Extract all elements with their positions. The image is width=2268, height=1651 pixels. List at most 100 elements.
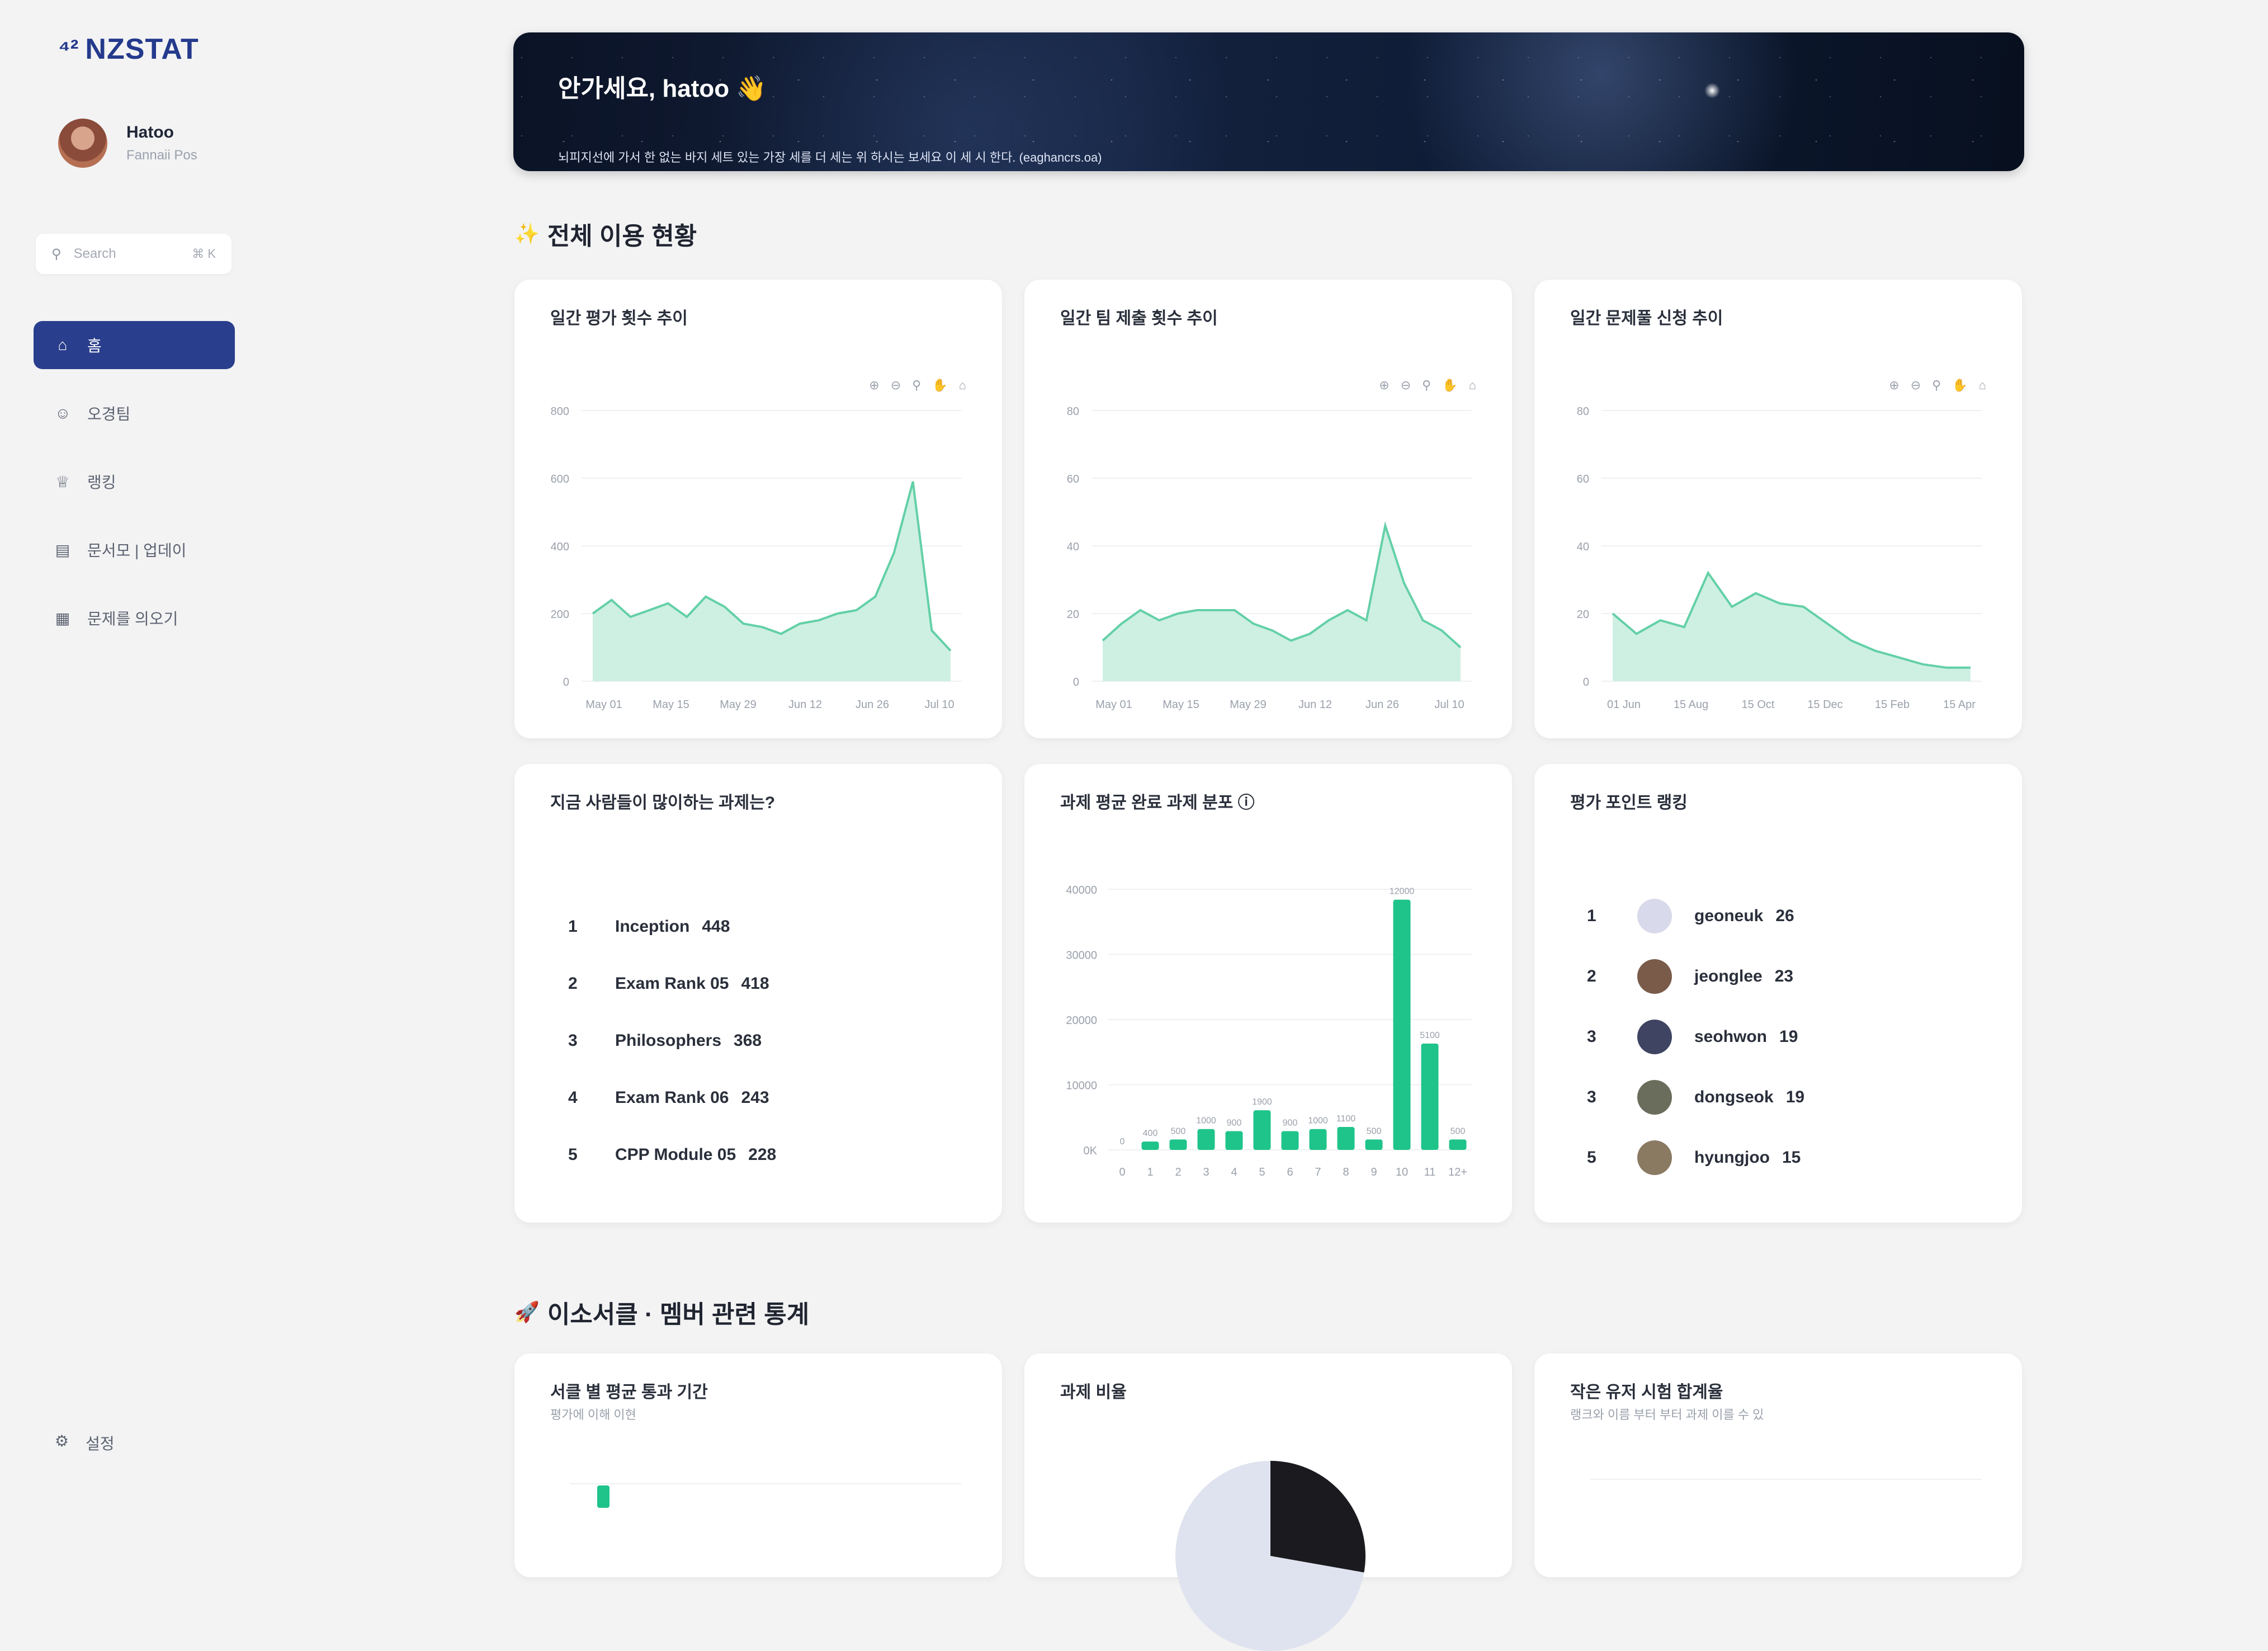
y-tick-label: 400 <box>551 541 569 553</box>
section-title-text: 전체 이용 현황 <box>547 223 697 250</box>
rank-number: 5 <box>568 1145 578 1164</box>
chart-card-team-submissions: 일간 팀 제출 횟수 추이 ⊕ ⊖ ⚲ ✋ ⌂ 0 20 40 60 80 May 01 M… <box>1024 280 1512 738</box>
avatar <box>1637 1140 1672 1175</box>
brand-logo[interactable]: ⁴² NZSTAT <box>58 32 199 66</box>
x-tick-label: 15 Aug <box>1674 699 1708 711</box>
area-chart-evaluations: 0 200 400 600 800 May 01 May 15 May 29 Jun 12 Jun… <box>551 405 962 711</box>
user-icon: ☺ <box>55 404 71 422</box>
bar-value-label: 500 <box>1367 1126 1382 1136</box>
document-icon: ▤ <box>55 541 70 559</box>
list-item[interactable]: 5 CPP Module 05 228 <box>568 1126 776 1183</box>
home-icon: ⌂ <box>58 336 68 353</box>
list-item[interactable]: 3 Philosophers 368 <box>568 1012 776 1069</box>
user-login: seohwon <box>1694 1027 1768 1046</box>
y-tick-label: 10000 <box>1066 1080 1097 1092</box>
project-name: CPP Module 05 <box>615 1145 736 1164</box>
search-input[interactable]: ⚲ Search ⌘ K <box>36 234 231 274</box>
user-profile[interactable]: Hatoo Fannaii Pos <box>58 119 197 168</box>
x-tick-label: May 29 <box>1230 699 1267 711</box>
list-item[interactable]: 3 seohwon 19 <box>1587 1007 1804 1067</box>
area-series-fill <box>1613 573 1971 681</box>
y-tick-label: 800 <box>551 405 569 418</box>
card-subtitle: 랭크와 이름 부터 부터 과제 이를 수 있 <box>1570 1408 1764 1422</box>
bar-mark <box>597 1485 609 1508</box>
sidebar-item-label: 문제를 의오기 <box>87 610 178 628</box>
sidebar-item-home[interactable]: ⌂ 홈 <box>34 321 235 369</box>
sidebar-item-profile[interactable]: ☺ 오경팀 <box>34 389 235 437</box>
rank-number: 3 <box>1587 1088 1596 1106</box>
grid-line <box>570 1483 962 1484</box>
rank-number: 5 <box>1587 1148 1596 1167</box>
area-series-fill <box>593 482 951 681</box>
pie-chart <box>1175 1461 1365 1651</box>
y-tick-label: 80 <box>1067 405 1079 418</box>
user-login: geoneuk <box>1694 907 1764 925</box>
list-item[interactable]: 2 jeonglee 23 <box>1587 946 1804 1007</box>
bar-value-label: 12000 <box>1390 887 1415 897</box>
project-count: 448 <box>702 917 730 936</box>
sidebar-item-problems[interactable]: ▦ 문제를 의오기 <box>34 594 235 642</box>
bar-chart-completion: 0K 10000 20000 30000 40000 0 0 400 1 500 2 1000 3 900… <box>1066 884 1472 1178</box>
profile-name: Hatoo <box>126 123 174 141</box>
y-tick-label: 80 <box>1577 405 1589 418</box>
x-tick-label: 15 Feb <box>1875 699 1910 711</box>
user-points: 19 <box>1785 1088 1805 1106</box>
user-login: dongseok <box>1694 1088 1774 1106</box>
y-tick-label: 0 <box>563 676 569 688</box>
x-tick-label: Jun 12 <box>1298 699 1332 711</box>
sparkle-icon: ✨ <box>514 222 540 245</box>
y-tick-label: 0K <box>1084 1145 1098 1157</box>
bar-mark <box>1309 1129 1327 1150</box>
x-tick-label: 8 <box>1343 1166 1349 1178</box>
bar-mark <box>1393 899 1411 1150</box>
sidebar-item-label: 홈 <box>87 337 102 355</box>
sidebar-item-settings[interactable]: ⚙ 설정 <box>55 1432 115 1454</box>
list-item[interactable]: 1 Inception 448 <box>568 898 776 955</box>
sidebar-item-label: 랭킹 <box>87 474 116 491</box>
x-tick-label: 01 Jun <box>1607 699 1641 711</box>
x-tick-label: 7 <box>1315 1166 1321 1178</box>
x-tick-label: 15 Dec <box>1807 699 1842 711</box>
bar-value-label: 1100 <box>1336 1114 1356 1124</box>
y-tick-label: 40000 <box>1066 884 1097 897</box>
bar-value-label: 1000 <box>1196 1116 1216 1126</box>
brand-name: NZSTAT <box>85 33 199 65</box>
x-tick-label: Jun 26 <box>1365 699 1399 711</box>
bar-mark <box>1169 1139 1187 1150</box>
area-chart-team-submissions: 0 20 40 60 80 May 01 May 15 May 29 Jun 12 Jun 26 J… <box>1067 405 1472 711</box>
bar-mark <box>1281 1131 1299 1150</box>
list-item[interactable]: 3 dongseok 19 <box>1587 1067 1804 1128</box>
card-subtitle: 평가에 이해 이현 <box>550 1408 636 1422</box>
bar-value-label: 0 <box>1120 1137 1125 1147</box>
x-tick-label: May 15 <box>1163 699 1199 711</box>
circle-duration-card: 서클 별 평균 통과 기간 평가에 이해 이현 <box>514 1353 1002 1577</box>
x-tick-label: Jun 26 <box>856 699 889 711</box>
sidebar-item-label: 오경팀 <box>87 405 131 423</box>
x-tick-label: May 01 <box>1095 699 1132 711</box>
card-title: 작은 유저 시험 합계율 <box>1570 1383 1723 1402</box>
book-icon: ▦ <box>55 609 70 627</box>
y-tick-label: 0 <box>1583 676 1589 688</box>
x-tick-label: Jul 10 <box>924 699 954 711</box>
section-title-usage: ✨ 전체 이용 현황 <box>514 216 697 252</box>
rank-number: 1 <box>568 917 578 936</box>
sidebar-item-documents[interactable]: ▤ 문서모 | 업데이 <box>34 526 235 574</box>
list-item[interactable]: 4 Exam Rank 06 243 <box>568 1069 776 1126</box>
y-tick-label: 20000 <box>1066 1015 1097 1027</box>
eval-point-ranking-card: 평가 포인트 랭킹 1 geoneuk 26 2 jeonglee 23 3 s… <box>1534 764 2022 1223</box>
user-points: 26 <box>1775 907 1794 925</box>
list-item[interactable]: 2 Exam Rank 05 418 <box>568 955 776 1012</box>
bar-mark <box>1449 1139 1467 1150</box>
list-item[interactable]: 5 hyungjoo 15 <box>1587 1128 1804 1188</box>
user-points: 15 <box>1782 1148 1801 1167</box>
list-item[interactable]: 1 geoneuk 26 <box>1587 886 1804 946</box>
popular-projects-card: 지금 사람들이 많이하는 과제는? 1 Inception 448 2 Exam… <box>514 764 1002 1223</box>
rank-number: 3 <box>1587 1027 1596 1046</box>
sidebar-item-ranking[interactable]: ♕ 랭킹 <box>34 457 235 506</box>
x-tick-label: May 15 <box>653 699 689 711</box>
x-tick-label: 0 <box>1119 1166 1125 1178</box>
card-title: 과제 비율 <box>1060 1383 1127 1402</box>
area-chart-problem-requests: 0 20 40 60 80 01 Jun 15 Aug 15 Oct 15 Dec 15 Feb 1… <box>1577 405 1982 711</box>
rank-number: 1 <box>1587 907 1596 925</box>
x-tick-label: 15 Oct <box>1742 699 1775 711</box>
